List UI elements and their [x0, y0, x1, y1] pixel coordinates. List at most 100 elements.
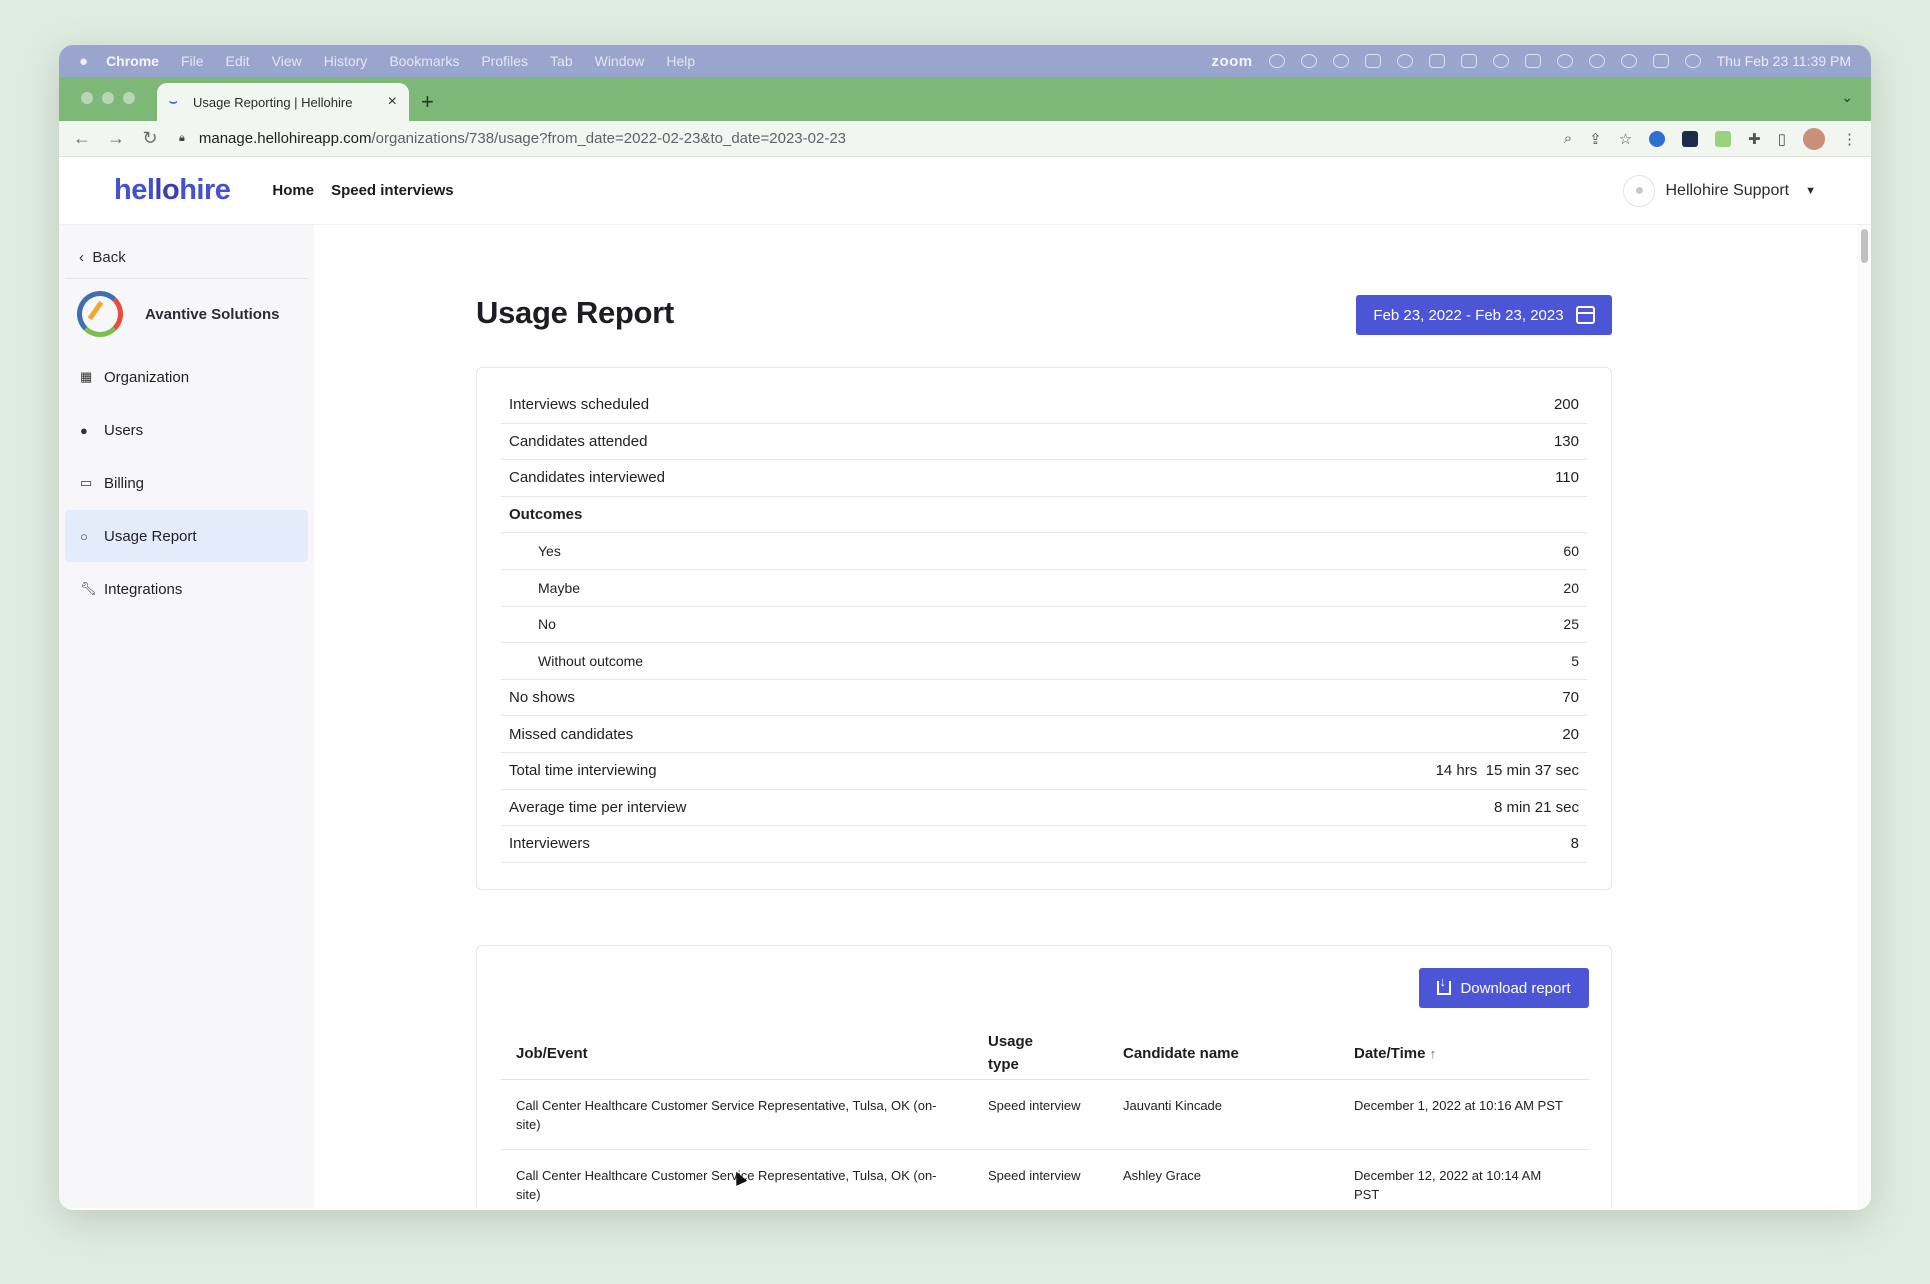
close-tab-icon[interactable]: ×: [388, 93, 397, 111]
header-date-time-label: Date/Time: [1354, 1044, 1426, 1062]
stat-value: 20: [1562, 725, 1579, 743]
stat-row: Average time per interview 8 min 21 sec: [501, 790, 1587, 827]
url-domain: manage.hellohireapp.com: [198, 130, 372, 147]
sidebar-item-integrations[interactable]: 🔧︎ Integrations: [65, 563, 308, 615]
stat-value: 8: [1570, 835, 1579, 853]
stat-label: Outcomes: [509, 506, 583, 524]
extension-icon-2[interactable]: [1715, 130, 1732, 147]
sidebar-item-label: Usage Report: [104, 527, 197, 545]
menu-help[interactable]: Help: [666, 53, 695, 69]
spotlight-search-icon[interactable]: [1620, 54, 1637, 68]
volume-icon[interactable]: [1428, 54, 1445, 68]
table-row[interactable]: Call Center Healthcare Customer Service …: [501, 1080, 1589, 1150]
account-icon[interactable]: [1556, 54, 1573, 68]
maximize-window-icon[interactable]: [123, 92, 135, 104]
table-row[interactable]: Call Center Healthcare Customer Service …: [501, 1150, 1589, 1208]
share-icon[interactable]: ⇪: [1589, 130, 1602, 148]
stat-row-outcome: No 25: [501, 607, 1587, 644]
react-devtools-icon[interactable]: [1682, 130, 1699, 147]
lock-icon[interactable]: 🔒︎: [179, 132, 185, 145]
menu-chrome[interactable]: Chrome: [106, 53, 159, 69]
wifi-icon[interactable]: [1588, 54, 1605, 68]
date-range-picker[interactable]: Feb 23, 2022 - Feb 23, 2023: [1356, 295, 1612, 335]
kebab-menu-icon[interactable]: ⋮: [1842, 130, 1857, 148]
sidebar-item-users[interactable]: ● Users: [65, 404, 308, 456]
sidebar-item-usage-report[interactable]: ○ Usage Report: [65, 510, 308, 562]
header-date-time[interactable]: Date/Time ↑: [1354, 1026, 1594, 1080]
menu-bookmarks[interactable]: Bookmarks: [389, 53, 459, 69]
header-candidate-name[interactable]: Candidate name: [1123, 1026, 1323, 1080]
stat-label: Maybe: [538, 579, 581, 596]
forward-arrow-icon[interactable]: →: [107, 128, 125, 149]
menu-window[interactable]: Window: [595, 53, 645, 69]
profile-avatar[interactable]: [1803, 127, 1825, 150]
stat-row: Candidates attended 130: [501, 424, 1587, 461]
org-name: Avantive Solutions: [145, 305, 280, 323]
menubar-clock[interactable]: Thu Feb 23 11:39 PM: [1717, 53, 1851, 69]
cell-candidate: Jauvanti Kincade: [1123, 1098, 1223, 1113]
download-label: Download report: [1460, 979, 1571, 997]
extension-icon[interactable]: [1649, 130, 1666, 147]
close-window-icon[interactable]: [81, 92, 93, 104]
status-icon[interactable]: [1268, 54, 1285, 68]
page-scrollbar[interactable]: [1857, 225, 1871, 1208]
sidebar-item-billing[interactable]: ▭ Billing: [65, 457, 308, 509]
stats-card: Interviews scheduled 200 Candidates atten…: [476, 367, 1612, 890]
zoom-status-icon[interactable]: zoom: [1211, 53, 1252, 70]
new-tab-icon[interactable]: +: [421, 89, 434, 115]
stat-label: Candidates interviewed: [509, 469, 665, 487]
stat-label: Interviewers: [509, 835, 590, 853]
sort-ascending-icon: ↑: [1429, 1045, 1437, 1061]
nav-home[interactable]: Home: [272, 182, 314, 199]
minimize-window-icon[interactable]: [102, 92, 114, 104]
scrollbar-thumb[interactable]: [1861, 229, 1868, 263]
battery-icon[interactable]: [1524, 54, 1541, 68]
header-usage-type[interactable]: Usage type: [988, 1026, 1048, 1080]
sidebar-item-label: Users: [104, 421, 144, 439]
nav-speed-interviews[interactable]: Speed interviews: [331, 182, 454, 199]
tab-title: Usage Reporting | Hellohire: [193, 94, 353, 110]
stat-row: No shows 70: [501, 680, 1587, 717]
back-link[interactable]: ‹ Back: [65, 241, 308, 279]
gauge-icon[interactable]: [1300, 54, 1317, 68]
stat-value: 25: [1563, 616, 1579, 633]
menu-tab[interactable]: Tab: [550, 53, 573, 69]
avantive-logo: [77, 291, 123, 337]
menu-profiles[interactable]: Profiles: [481, 53, 528, 69]
header-job-event[interactable]: Job/Event: [516, 1026, 956, 1080]
cloud-icon[interactable]: [1332, 54, 1349, 68]
user-menu[interactable]: ● Hellohire Support ▼: [1623, 174, 1816, 207]
moon-icon[interactable]: [1396, 54, 1413, 68]
sidebar-item-organization[interactable]: ▦ Organization: [65, 351, 308, 403]
url-field[interactable]: 🔒︎ manage.hellohireapp.com/organizations…: [179, 130, 1564, 147]
bookmark-star-icon[interactable]: ☆: [1619, 130, 1632, 148]
menu-file[interactable]: File: [181, 53, 204, 69]
back-arrow-icon[interactable]: ←: [73, 128, 91, 149]
download-report-button[interactable]: Download report: [1419, 968, 1589, 1008]
sidebar-item-label: Integrations: [104, 580, 183, 598]
zoom-magnifier-icon[interactable]: ⌕: [1564, 130, 1572, 147]
menu-view[interactable]: View: [272, 53, 302, 69]
side-panel-icon[interactable]: ▯: [1778, 130, 1786, 148]
play-icon[interactable]: [1492, 54, 1509, 68]
display-icon[interactable]: [1460, 54, 1477, 68]
apple-icon[interactable]: ●: [79, 53, 88, 70]
cell-usage-type: Speed interview: [988, 1098, 1081, 1113]
hellohire-favicon-icon: ⌣: [169, 94, 178, 109]
stat-label: Candidates attended: [509, 432, 648, 450]
menu-history[interactable]: History: [324, 53, 368, 69]
wrench-icon: 🔧︎: [80, 581, 97, 596]
tab-search-chevron-icon[interactable]: ⌄: [1841, 89, 1853, 106]
sidebar-item-label: Billing: [104, 474, 145, 492]
stat-row-outcome: Maybe 20: [501, 570, 1587, 607]
control-center-icon[interactable]: [1652, 54, 1669, 68]
puzzle-extensions-icon[interactable]: ✚: [1748, 130, 1761, 148]
bluetooth-icon[interactable]: [1364, 54, 1381, 68]
hellohire-logo[interactable]: hellohire: [114, 174, 231, 207]
reload-icon[interactable]: ↻: [141, 128, 159, 149]
app-header: hellohire Home Speed interviews ● Helloh…: [59, 157, 1871, 225]
siri-icon[interactable]: [1684, 54, 1701, 68]
browser-tab[interactable]: ⌣ Usage Reporting | Hellohire ×: [157, 83, 409, 121]
menu-edit[interactable]: Edit: [226, 53, 250, 69]
grid-icon: ▦: [80, 369, 93, 384]
